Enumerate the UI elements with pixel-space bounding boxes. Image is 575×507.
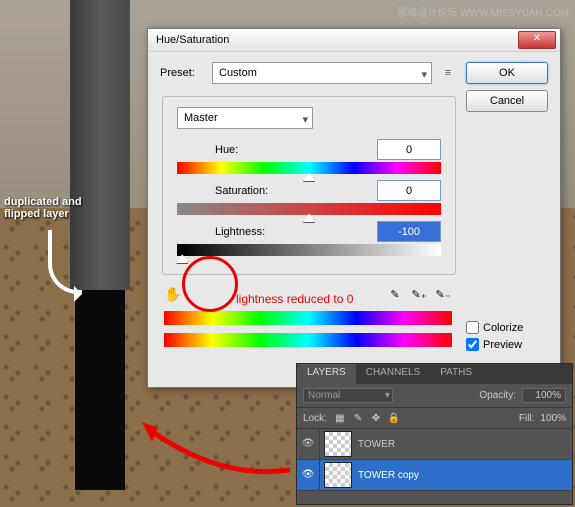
cancel-button[interactable]: Cancel xyxy=(466,90,548,112)
lock-label: Lock: xyxy=(303,413,327,424)
saturation-label: Saturation: xyxy=(177,185,377,197)
lock-all-icon[interactable]: 🔒 xyxy=(387,411,401,425)
annotation-flipped: duplicated and flipped layer xyxy=(4,196,82,220)
preview-label: Preview xyxy=(483,339,522,351)
ok-button[interactable]: OK xyxy=(466,62,548,84)
dialog-titlebar[interactable]: Hue/Saturation ✕ xyxy=(148,29,560,52)
red-arrow xyxy=(140,420,290,480)
preset-dropdown[interactable]: Custom xyxy=(212,62,432,84)
colorize-checkbox[interactable]: Colorize xyxy=(466,321,548,334)
blend-mode-dropdown[interactable]: Normal xyxy=(303,388,393,403)
preview-checkbox[interactable]: Preview xyxy=(466,338,548,351)
tab-paths[interactable]: PATHS xyxy=(430,364,482,384)
layer-name[interactable]: TOWER xyxy=(356,439,572,450)
layers-panel: LAYERS CHANNELS PATHS Normal Opacity: 10… xyxy=(296,363,573,505)
annotation-line2: flipped layer xyxy=(4,208,69,220)
spectrum-bar-top xyxy=(164,311,452,325)
red-callout-text: lightness reduced to 0 xyxy=(236,292,353,306)
layer-row[interactable]: 👁 TOWER xyxy=(297,429,572,460)
eyedropper-minus-icon[interactable]: ✎₋ xyxy=(434,285,452,303)
fill-value[interactable]: 100% xyxy=(540,413,566,424)
layer-row[interactable]: 👁 TOWER copy xyxy=(297,460,572,491)
tab-layers[interactable]: LAYERS xyxy=(297,364,356,384)
hue-slider[interactable] xyxy=(177,162,441,174)
eyedropper-plus-icon[interactable]: ✎₊ xyxy=(410,285,428,303)
lightness-label: Lightness: xyxy=(177,226,377,238)
targeted-adjust-icon[interactable]: ✋ xyxy=(164,286,181,303)
spectrum-bar-bottom xyxy=(164,333,452,347)
saturation-slider[interactable] xyxy=(177,203,441,215)
tab-channels[interactable]: CHANNELS xyxy=(356,364,430,384)
layer-name[interactable]: TOWER copy xyxy=(356,470,572,481)
hue-label: Hue: xyxy=(177,144,377,156)
lightness-slider[interactable] xyxy=(177,244,441,256)
saturation-handle[interactable] xyxy=(303,213,315,223)
opacity-label: Opacity: xyxy=(479,390,516,401)
hue-block: Hue: xyxy=(177,139,441,174)
saturation-input[interactable] xyxy=(377,180,441,201)
preview-input[interactable] xyxy=(466,338,479,351)
preset-menu-icon[interactable]: ≡ xyxy=(440,67,456,79)
lock-transparency-icon[interactable]: ▦ xyxy=(333,411,347,425)
lock-move-icon[interactable]: ✥ xyxy=(369,411,383,425)
layer-thumbnail[interactable] xyxy=(324,431,352,457)
colorize-label: Colorize xyxy=(483,322,523,334)
lock-brush-icon[interactable]: ✎ xyxy=(351,411,365,425)
hue-handle[interactable] xyxy=(303,172,315,182)
visibility-icon[interactable]: 👁 xyxy=(297,429,320,459)
hue-input[interactable] xyxy=(377,139,441,160)
annotation-line1: duplicated and xyxy=(4,196,82,208)
close-button[interactable]: ✕ xyxy=(518,31,556,49)
panel-tabs: LAYERS CHANNELS PATHS xyxy=(297,364,572,384)
lightness-input[interactable] xyxy=(377,221,441,242)
layer-thumbnail[interactable] xyxy=(324,462,352,488)
opacity-value[interactable]: 100% xyxy=(522,388,566,403)
colorize-input[interactable] xyxy=(466,321,479,334)
lightness-block: Lightness: xyxy=(177,221,441,256)
hue-saturation-dialog: Hue/Saturation ✕ Preset: Custom ≡ Master… xyxy=(147,28,561,388)
visibility-icon[interactable]: 👁 xyxy=(297,460,320,490)
adjustment-group: Master Hue: Saturation: xyxy=(162,96,456,275)
tower-shadow xyxy=(75,290,125,490)
red-callout-circle xyxy=(182,256,238,312)
saturation-block: Saturation: xyxy=(177,180,441,215)
channel-dropdown[interactable]: Master xyxy=(177,107,313,129)
layer-list: 👁 TOWER 👁 TOWER copy xyxy=(297,429,572,491)
preset-label: Preset: xyxy=(160,67,204,79)
eyedropper-icon[interactable]: ✎ xyxy=(386,285,404,303)
watermark-text: 思缘设计论坛 WWW.MISSYUAN.COM xyxy=(397,4,569,19)
fill-label: Fill: xyxy=(519,413,535,424)
lightness-handle[interactable] xyxy=(176,254,188,264)
dialog-title: Hue/Saturation xyxy=(152,34,518,46)
